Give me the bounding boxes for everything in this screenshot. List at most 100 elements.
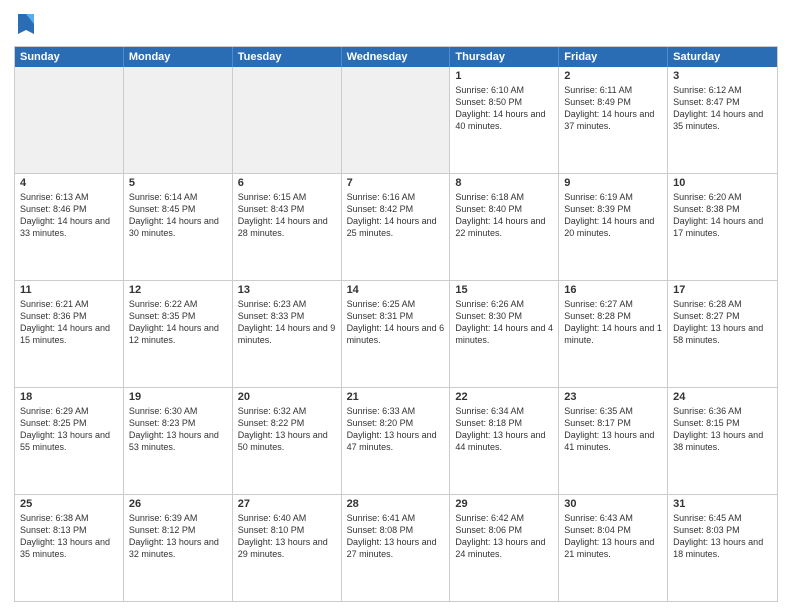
cal-cell-5-7: 31Sunrise: 6:45 AMSunset: 8:03 PMDayligh… [668, 495, 777, 601]
day-number: 24 [673, 391, 772, 403]
cell-info: Sunrise: 6:20 AMSunset: 8:38 PMDaylight:… [673, 192, 763, 238]
cal-cell-5-2: 26Sunrise: 6:39 AMSunset: 8:12 PMDayligh… [124, 495, 233, 601]
cal-cell-5-5: 29Sunrise: 6:42 AMSunset: 8:06 PMDayligh… [450, 495, 559, 601]
weekday-header-friday: Friday [559, 47, 668, 67]
cal-cell-2-4: 7 Sunrise: 6:16 AMSunset: 8:42 PMDaylight… [342, 174, 451, 280]
cal-cell-3-4: 14 Sunrise: 6:25 AMSunset: 8:31 PMDayligh… [342, 281, 451, 387]
cal-cell-4-2: 19 Sunrise: 6:30 AMSunset: 8:23 PMDayligh… [124, 388, 233, 494]
cell-info: Sunrise: 6:10 AMSunset: 8:50 PMDaylight:… [455, 85, 545, 131]
cell-info: Sunrise: 6:33 AMSunset: 8:20 PMDaylight:… [347, 406, 437, 452]
cal-cell-1-6: 2 Sunrise: 6:11 AMSunset: 8:49 PMDaylight… [559, 67, 668, 173]
day-number: 8 [455, 177, 553, 189]
cell-info: Sunrise: 6:27 AMSunset: 8:28 PMDaylight:… [564, 299, 662, 345]
day-number: 5 [129, 177, 227, 189]
cal-cell-1-1 [15, 67, 124, 173]
cal-cell-4-7: 24 Sunrise: 6:36 AMSunset: 8:15 PMDayligh… [668, 388, 777, 494]
calendar-header: SundayMondayTuesdayWednesdayThursdayFrid… [15, 47, 777, 67]
day-number: 1 [455, 70, 553, 82]
cell-info: Sunrise: 6:22 AMSunset: 8:35 PMDaylight:… [129, 299, 219, 345]
cell-info: Sunrise: 6:39 AMSunset: 8:12 PMDaylight:… [129, 513, 219, 559]
cal-cell-5-4: 28Sunrise: 6:41 AMSunset: 8:08 PMDayligh… [342, 495, 451, 601]
day-number: 4 [20, 177, 118, 189]
cell-info: Sunrise: 6:36 AMSunset: 8:15 PMDaylight:… [673, 406, 763, 452]
weekday-header-thursday: Thursday [450, 47, 559, 67]
cal-cell-3-2: 12 Sunrise: 6:22 AMSunset: 8:35 PMDayligh… [124, 281, 233, 387]
day-number: 7 [347, 177, 445, 189]
cal-cell-2-6: 9 Sunrise: 6:19 AMSunset: 8:39 PMDaylight… [559, 174, 668, 280]
day-number: 14 [347, 284, 445, 296]
cal-cell-3-6: 16 Sunrise: 6:27 AMSunset: 8:28 PMDayligh… [559, 281, 668, 387]
day-number: 16 [564, 284, 662, 296]
cell-info: Sunrise: 6:45 AMSunset: 8:03 PMDaylight:… [673, 513, 763, 559]
day-number: 3 [673, 70, 772, 82]
logo [14, 10, 36, 38]
cal-cell-5-6: 30 Sunrise: 6:43 AMSunset: 8:04 PMDayligh… [559, 495, 668, 601]
cell-info: Sunrise: 6:21 AMSunset: 8:36 PMDaylight:… [20, 299, 110, 345]
cal-cell-3-5: 15 Sunrise: 6:26 AMSunset: 8:30 PMDayligh… [450, 281, 559, 387]
cell-info: Sunrise: 6:25 AMSunset: 8:31 PMDaylight:… [347, 299, 445, 345]
cell-info: Sunrise: 6:43 AMSunset: 8:04 PMDaylight:… [564, 513, 654, 559]
cal-cell-2-5: 8 Sunrise: 6:18 AMSunset: 8:40 PMDaylight… [450, 174, 559, 280]
calendar-row-2: 4 Sunrise: 6:13 AMSunset: 8:46 PMDaylight… [15, 174, 777, 281]
cal-cell-3-1: 11 Sunrise: 6:21 AMSunset: 8:36 PMDayligh… [15, 281, 124, 387]
cal-cell-1-3 [233, 67, 342, 173]
day-number: 22 [455, 391, 553, 403]
day-number: 12 [129, 284, 227, 296]
cell-info: Sunrise: 6:12 AMSunset: 8:47 PMDaylight:… [673, 85, 763, 131]
day-number: 27 [238, 498, 336, 510]
day-number: 9 [564, 177, 662, 189]
page: SundayMondayTuesdayWednesdayThursdayFrid… [0, 0, 792, 612]
cal-cell-2-7: 10 Sunrise: 6:20 AMSunset: 8:38 PMDayligh… [668, 174, 777, 280]
cell-info: Sunrise: 6:11 AMSunset: 8:49 PMDaylight:… [564, 85, 654, 131]
cell-info: Sunrise: 6:35 AMSunset: 8:17 PMDaylight:… [564, 406, 654, 452]
cal-cell-1-7: 3 Sunrise: 6:12 AMSunset: 8:47 PMDaylight… [668, 67, 777, 173]
cell-info: Sunrise: 6:13 AMSunset: 8:46 PMDaylight:… [20, 192, 110, 238]
cal-cell-5-1: 25 Sunrise: 6:38 AMSunset: 8:13 PMDayligh… [15, 495, 124, 601]
day-number: 13 [238, 284, 336, 296]
cell-info: Sunrise: 6:30 AMSunset: 8:23 PMDaylight:… [129, 406, 219, 452]
cell-info: Sunrise: 6:19 AMSunset: 8:39 PMDaylight:… [564, 192, 654, 238]
cal-cell-4-6: 23 Sunrise: 6:35 AMSunset: 8:17 PMDayligh… [559, 388, 668, 494]
cell-info: Sunrise: 6:38 AMSunset: 8:13 PMDaylight:… [20, 513, 110, 559]
cell-info: Sunrise: 6:16 AMSunset: 8:42 PMDaylight:… [347, 192, 437, 238]
cell-info: Sunrise: 6:15 AMSunset: 8:43 PMDaylight:… [238, 192, 328, 238]
day-number: 11 [20, 284, 118, 296]
cal-cell-5-3: 27Sunrise: 6:40 AMSunset: 8:10 PMDayligh… [233, 495, 342, 601]
cal-cell-1-5: 1 Sunrise: 6:10 AMSunset: 8:50 PMDaylight… [450, 67, 559, 173]
calendar: SundayMondayTuesdayWednesdayThursdayFrid… [14, 46, 778, 602]
weekday-header-tuesday: Tuesday [233, 47, 342, 67]
cell-info: Sunrise: 6:26 AMSunset: 8:30 PMDaylight:… [455, 299, 553, 345]
cell-info: Sunrise: 6:34 AMSunset: 8:18 PMDaylight:… [455, 406, 545, 452]
cell-info: Sunrise: 6:23 AMSunset: 8:33 PMDaylight:… [238, 299, 336, 345]
day-number: 6 [238, 177, 336, 189]
cal-cell-2-3: 6 Sunrise: 6:15 AMSunset: 8:43 PMDaylight… [233, 174, 342, 280]
cal-cell-3-3: 13 Sunrise: 6:23 AMSunset: 8:33 PMDayligh… [233, 281, 342, 387]
weekday-header-saturday: Saturday [668, 47, 777, 67]
day-number: 17 [673, 284, 772, 296]
day-number: 20 [238, 391, 336, 403]
cell-info: Sunrise: 6:41 AMSunset: 8:08 PMDaylight:… [347, 513, 437, 559]
day-number: 25 [20, 498, 118, 510]
day-number: 2 [564, 70, 662, 82]
calendar-row-1: 1 Sunrise: 6:10 AMSunset: 8:50 PMDaylight… [15, 67, 777, 174]
day-number: 19 [129, 391, 227, 403]
cell-info: Sunrise: 6:14 AMSunset: 8:45 PMDaylight:… [129, 192, 219, 238]
header [14, 10, 778, 38]
cal-cell-2-1: 4 Sunrise: 6:13 AMSunset: 8:46 PMDaylight… [15, 174, 124, 280]
cal-cell-2-2: 5 Sunrise: 6:14 AMSunset: 8:45 PMDaylight… [124, 174, 233, 280]
day-number: 23 [564, 391, 662, 403]
calendar-row-3: 11 Sunrise: 6:21 AMSunset: 8:36 PMDayligh… [15, 281, 777, 388]
cell-info: Sunrise: 6:29 AMSunset: 8:25 PMDaylight:… [20, 406, 110, 452]
day-number: 21 [347, 391, 445, 403]
calendar-row-4: 18Sunrise: 6:29 AMSunset: 8:25 PMDayligh… [15, 388, 777, 495]
weekday-header-sunday: Sunday [15, 47, 124, 67]
cal-cell-4-3: 20 Sunrise: 6:32 AMSunset: 8:22 PMDayligh… [233, 388, 342, 494]
cal-cell-4-1: 18Sunrise: 6:29 AMSunset: 8:25 PMDayligh… [15, 388, 124, 494]
day-number: 30 [564, 498, 662, 510]
cell-info: Sunrise: 6:18 AMSunset: 8:40 PMDaylight:… [455, 192, 545, 238]
day-number: 29 [455, 498, 553, 510]
cell-info: Sunrise: 6:32 AMSunset: 8:22 PMDaylight:… [238, 406, 328, 452]
logo-icon [16, 10, 36, 38]
day-number: 15 [455, 284, 553, 296]
day-number: 10 [673, 177, 772, 189]
